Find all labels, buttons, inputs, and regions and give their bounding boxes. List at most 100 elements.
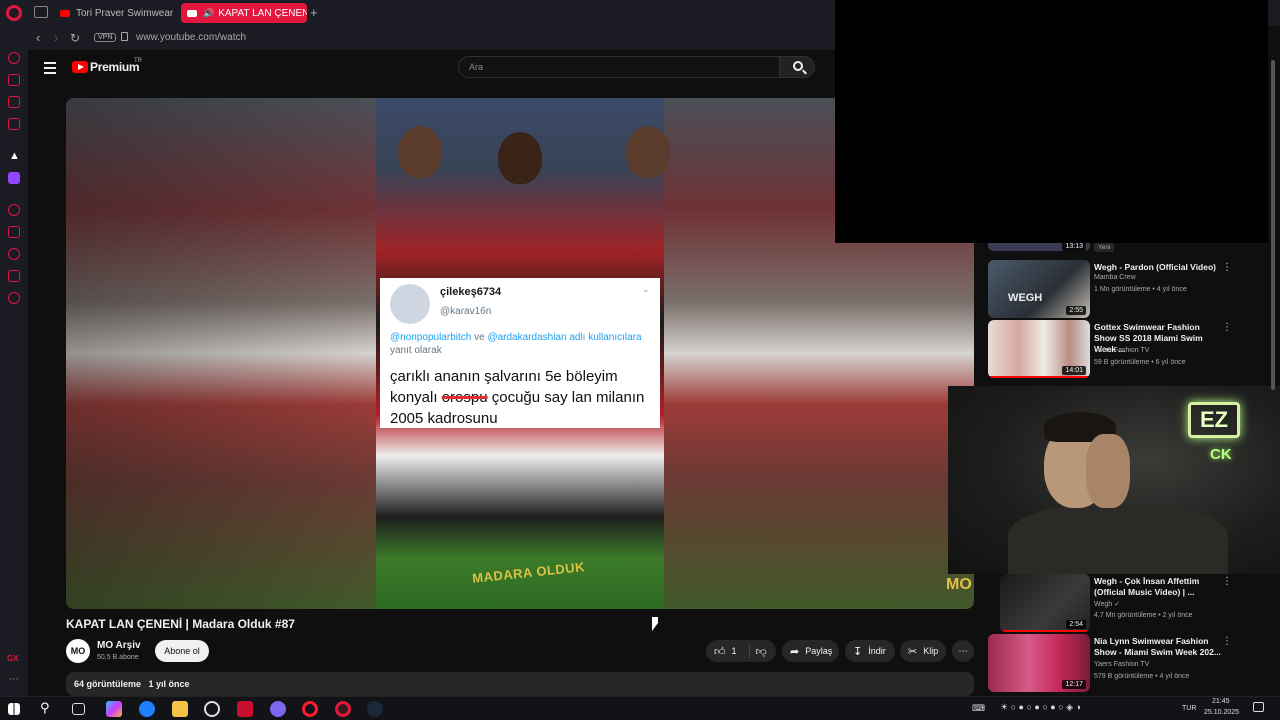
back-icon[interactable]: ‹ <box>36 30 40 45</box>
channel-watermark[interactable]: MO <box>946 576 972 594</box>
history-icon[interactable] <box>8 248 20 260</box>
copilot-icon[interactable] <box>106 701 122 717</box>
black-overlay-panel <box>835 0 1268 243</box>
description-box[interactable]: 64 görüntüleme 1 yıl önce <box>66 672 974 696</box>
search-input[interactable]: Ara <box>458 56 780 78</box>
voicemeeter-icon[interactable] <box>237 701 253 717</box>
channel-name[interactable]: Mamba Crew <box>1094 274 1136 281</box>
channel-name[interactable]: Yaers Fashion TV <box>1094 347 1149 354</box>
madara-olduk-logo: MADARA OLDUK <box>471 559 586 586</box>
webcam-person-hand <box>1086 434 1130 508</box>
scissors-icon: ✂ <box>908 645 918 658</box>
search-icon[interactable]: ⚲ <box>40 700 50 716</box>
notification-icon[interactable] <box>1253 702 1264 712</box>
duration-badge: 13:13 <box>1062 242 1086 251</box>
bookmarks-icon[interactable] <box>8 226 20 238</box>
lock-icon[interactable] <box>121 32 128 41</box>
edge-icon[interactable] <box>139 701 155 717</box>
recommended-video[interactable]: 12:17 Nia Lynn Swimwear Fashion Show - M… <box>988 634 1250 692</box>
more-icon[interactable]: ⋯ <box>9 674 19 685</box>
video-frame: çilekeş6734 @karav16n ⌄ @nonpopularbitch… <box>376 98 670 609</box>
channel-name[interactable]: Yaers Fashion TV <box>1094 661 1149 668</box>
discord-icon[interactable] <box>270 701 286 717</box>
video-thumbnail[interactable]: 12:17 <box>988 634 1090 692</box>
recommended-video[interactable]: 14:01 Gottex Swimwear Fashion Show SS 20… <box>988 320 1250 378</box>
upload-age: 1 yıl önce <box>148 679 190 689</box>
reload-icon[interactable]: ↻ <box>70 31 80 45</box>
send-icon[interactable] <box>8 270 20 282</box>
search-icon-handle <box>802 69 807 75</box>
watch-progress <box>1000 630 1090 632</box>
scrollbar-thumb[interactable] <box>1271 60 1275 390</box>
player-figure <box>398 126 442 178</box>
kebab-menu-icon[interactable]: ⋮ <box>1222 262 1232 273</box>
download-button[interactable]: ↧ İndir <box>845 640 895 662</box>
opera-icon[interactable] <box>302 701 318 717</box>
video-title[interactable]: Wegh - Pardon (Official Video) <box>1094 262 1222 273</box>
menu-icon[interactable] <box>44 62 56 77</box>
twitch-icon[interactable] <box>8 172 20 184</box>
like-icon[interactable]: 👍︎ <box>714 645 726 658</box>
clock-date[interactable]: 25.10.2025 <box>1204 709 1239 716</box>
player-figure <box>498 132 542 184</box>
task-view-icon[interactable] <box>72 703 85 715</box>
forward-icon[interactable]: › <box>54 30 58 45</box>
more-actions-button[interactable]: ⋯ <box>952 640 974 662</box>
clock-time[interactable]: 21:45 <box>1212 698 1230 705</box>
share-button[interactable]: ➦ Paylaş <box>782 640 839 662</box>
search-button[interactable] <box>779 56 815 78</box>
like-count[interactable]: 1 <box>732 646 737 656</box>
clip-label: Klip <box>923 646 939 656</box>
tray-icons[interactable]: ☀ ○ ● ○ ● ○ ● ○ ◈ ◑ <box>1000 702 1081 713</box>
kebab-menu-icon[interactable]: ⋮ <box>1222 576 1232 587</box>
channel-name[interactable]: Wegh ✓ <box>1094 600 1120 608</box>
player-icon[interactable] <box>8 204 20 216</box>
download-label: İndir <box>868 646 886 656</box>
keyboard-icon[interactable]: ⌨ <box>972 703 985 714</box>
vpn-badge[interactable]: VPN <box>94 33 117 42</box>
channel-name[interactable]: MO Arşiv <box>97 640 141 651</box>
new-tab-button[interactable]: + <box>310 5 318 20</box>
gx-icon[interactable]: GX <box>7 654 19 663</box>
messenger-icon[interactable] <box>8 96 20 108</box>
aria-ai-icon[interactable]: ▲ <box>9 150 20 162</box>
opera-logo-icon[interactable] <box>6 5 22 21</box>
channel-avatar[interactable]: MO <box>66 639 90 663</box>
video-title[interactable]: Nia Lynn Swimwear Fashion Show - Miami S… <box>1094 636 1222 658</box>
video-thumbnail[interactable]: 2:54 <box>1000 574 1090 632</box>
recommended-video[interactable]: 2:54 Wegh - Çok İnsan Affettim (Official… <box>988 574 1250 632</box>
video-thumbnail[interactable]: 14:01 <box>988 320 1090 378</box>
steam-icon[interactable] <box>367 701 383 717</box>
url-field[interactable]: www.youtube.com/watch <box>136 32 246 43</box>
app-icon[interactable] <box>204 701 220 717</box>
webcam-overlay: EZ CK <box>948 386 1280 574</box>
opera-gx-icon[interactable] <box>335 701 351 717</box>
dislike-icon[interactable]: 👎︎ <box>756 645 767 658</box>
kebab-menu-icon[interactable]: ⋮ <box>1222 636 1232 647</box>
windows-start-icon[interactable] <box>8 703 20 715</box>
social-icon[interactable] <box>8 74 20 86</box>
tab-tori-praver[interactable]: Tori Praver Swimwear Fa <box>54 3 174 23</box>
youtube-premium-label[interactable]: Premium <box>90 60 140 74</box>
speaker-icon[interactable]: 🔊 <box>203 8 214 19</box>
file-explorer-icon[interactable] <box>172 701 188 717</box>
tweet-mention: @nonpopularbitch <box>390 332 472 343</box>
tweet-avatar <box>390 284 430 324</box>
clip-button[interactable]: ✂ Klip <box>900 640 946 662</box>
tab-island-icon[interactable] <box>34 6 48 18</box>
video-title[interactable]: Wegh - Çok İnsan Affettim (Official Musi… <box>1094 576 1222 598</box>
video-thumbnail[interactable]: WEGH 2:55 <box>988 260 1090 318</box>
settings-gear-icon[interactable] <box>8 292 20 304</box>
instagram-icon[interactable] <box>8 118 20 130</box>
webcam-person-body <box>1008 504 1228 574</box>
tab-kapat-lan-ceneni[interactable]: 🔊 KAPAT LAN ÇENENİ | <box>181 3 307 23</box>
download-icon: ↧ <box>853 645 863 658</box>
partial-thumbnail[interactable]: 13:13 <box>988 242 1090 251</box>
kebab-menu-icon[interactable]: ⋮ <box>1222 322 1232 333</box>
tweet-handle: @karav16n <box>440 306 492 317</box>
subscribe-button[interactable]: Abone ol <box>155 640 209 662</box>
player-figure <box>626 126 670 178</box>
aria-icon[interactable] <box>8 52 20 64</box>
recommended-video[interactable]: WEGH 2:55 Wegh - Pardon (Official Video)… <box>988 260 1250 318</box>
language-indicator[interactable]: TUR <box>1182 705 1196 712</box>
